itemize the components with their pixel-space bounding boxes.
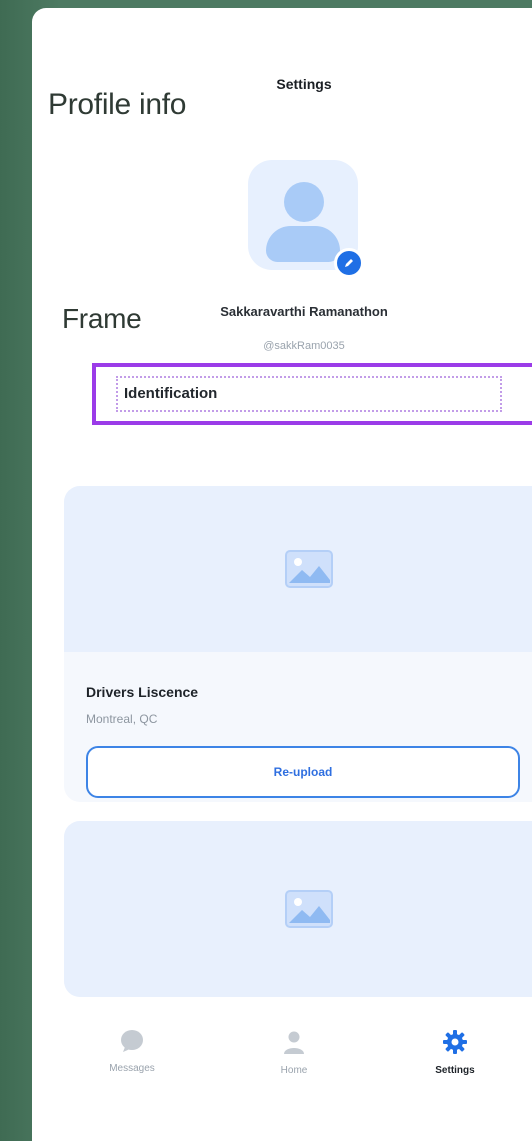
avatar-head-shape <box>284 182 324 222</box>
avatar-body-shape <box>266 226 340 262</box>
reupload-button[interactable]: Re-upload <box>86 746 520 798</box>
nav-item-home[interactable]: Home <box>239 1029 349 1076</box>
person-icon <box>284 1031 304 1054</box>
document-card-2 <box>64 821 532 997</box>
document-card: Drivers Liscence Montreal, QC Re-upload <box>64 486 532 802</box>
gear-icon <box>443 1030 467 1054</box>
chat-bubble-icon <box>121 1030 143 1052</box>
image-icon <box>285 550 333 588</box>
phone-screen: Settings Sakkaravarthi Ramanathon @sakkR… <box>32 8 532 1141</box>
nav-label-settings: Settings <box>435 1065 475 1076</box>
nav-item-settings[interactable]: Settings <box>400 1029 510 1076</box>
identification-heading[interactable]: Identification <box>116 376 502 412</box>
document-location: Montreal, QC <box>86 712 158 726</box>
nav-item-messages[interactable]: Messages <box>77 1029 187 1074</box>
document-title: Drivers Liscence <box>86 684 199 700</box>
bottom-navigation: Messages Home Settings <box>32 1013 532 1109</box>
nav-label-home: Home <box>280 1065 308 1076</box>
edit-avatar-button[interactable] <box>334 248 364 278</box>
pencil-icon <box>345 259 353 267</box>
canvas-frame-label-frame: Frame <box>62 303 142 334</box>
image-icon <box>285 890 333 928</box>
canvas-frame-label-profile: Profile info <box>48 88 187 121</box>
profile-avatar[interactable] <box>248 160 364 278</box>
identification-section-frame: Identification <box>92 363 532 425</box>
document-image-placeholder <box>64 486 532 652</box>
document-image-placeholder-2 <box>64 821 532 997</box>
nav-label-messages: Messages <box>109 1063 155 1074</box>
profile-handle: @sakkRam0035 <box>263 340 345 352</box>
